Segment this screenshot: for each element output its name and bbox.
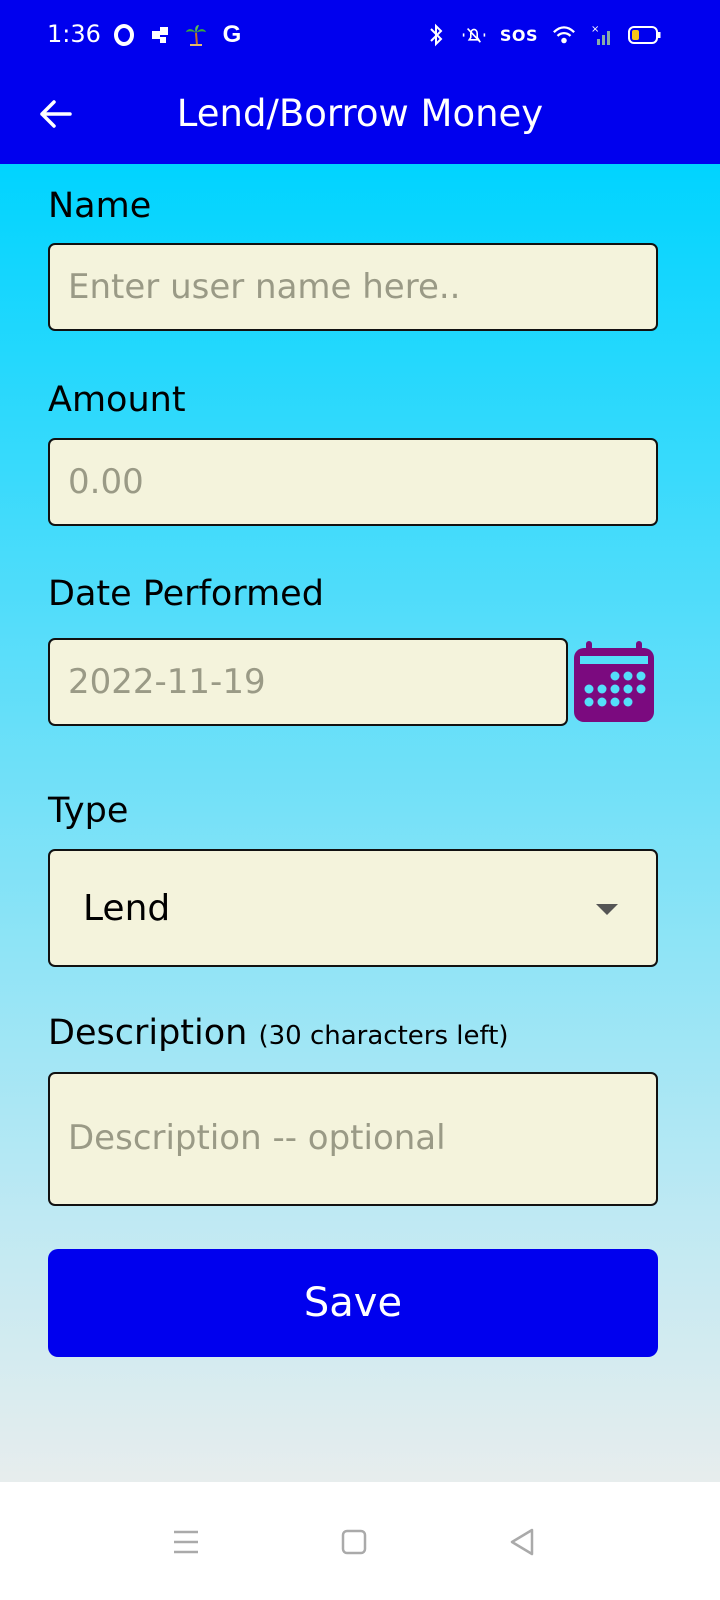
google-letter: G bbox=[222, 21, 242, 48]
type-selected-value: Lend bbox=[83, 888, 171, 929]
wifi-icon bbox=[552, 22, 576, 48]
date-label: Date Performed bbox=[48, 574, 324, 614]
opera-icon bbox=[112, 22, 136, 48]
type-label: Type bbox=[48, 791, 129, 831]
save-button[interactable]: Save bbox=[48, 1249, 658, 1357]
muted-icon bbox=[462, 22, 486, 48]
type-select[interactable]: Lend bbox=[48, 849, 658, 967]
back-icon[interactable] bbox=[502, 1522, 542, 1562]
page-title: Lend/Borrow Money bbox=[176, 92, 544, 135]
status-bar: 1:36 G SOS × bbox=[0, 0, 720, 70]
palm-tree-icon bbox=[184, 22, 208, 48]
google-icon: G bbox=[220, 21, 244, 48]
description-input[interactable] bbox=[50, 1074, 656, 1204]
status-left-icons: G bbox=[112, 21, 244, 48]
name-field[interactable] bbox=[48, 243, 658, 331]
amount-field[interactable] bbox=[48, 438, 658, 526]
name-input[interactable] bbox=[50, 245, 656, 329]
app-icon bbox=[148, 22, 172, 48]
amount-input[interactable] bbox=[50, 440, 656, 524]
description-label-row: Description (30 characters left) bbox=[48, 1013, 509, 1053]
chevron-down-icon bbox=[596, 904, 618, 915]
home-icon[interactable] bbox=[334, 1522, 374, 1562]
description-field[interactable] bbox=[48, 1072, 658, 1206]
system-nav-bar bbox=[0, 1482, 720, 1600]
sos-icon: SOS bbox=[499, 25, 538, 45]
battery-icon bbox=[628, 22, 662, 48]
date-input[interactable] bbox=[50, 640, 566, 724]
amount-label: Amount bbox=[48, 380, 186, 420]
description-counter: (30 characters left) bbox=[258, 1021, 509, 1051]
app-bar: Lend/Borrow Money bbox=[0, 70, 720, 164]
status-right-icons: SOS × bbox=[424, 22, 662, 48]
calendar-icon[interactable] bbox=[572, 640, 656, 724]
svg-text:×: × bbox=[591, 24, 599, 35]
description-label: Description bbox=[48, 1013, 248, 1053]
date-field[interactable] bbox=[48, 638, 568, 726]
name-label: Name bbox=[48, 186, 152, 226]
bluetooth-icon bbox=[424, 22, 448, 48]
status-time: 1:36 bbox=[47, 20, 101, 48]
no-signal-icon: × bbox=[590, 22, 614, 48]
menu-icon[interactable] bbox=[166, 1522, 206, 1562]
